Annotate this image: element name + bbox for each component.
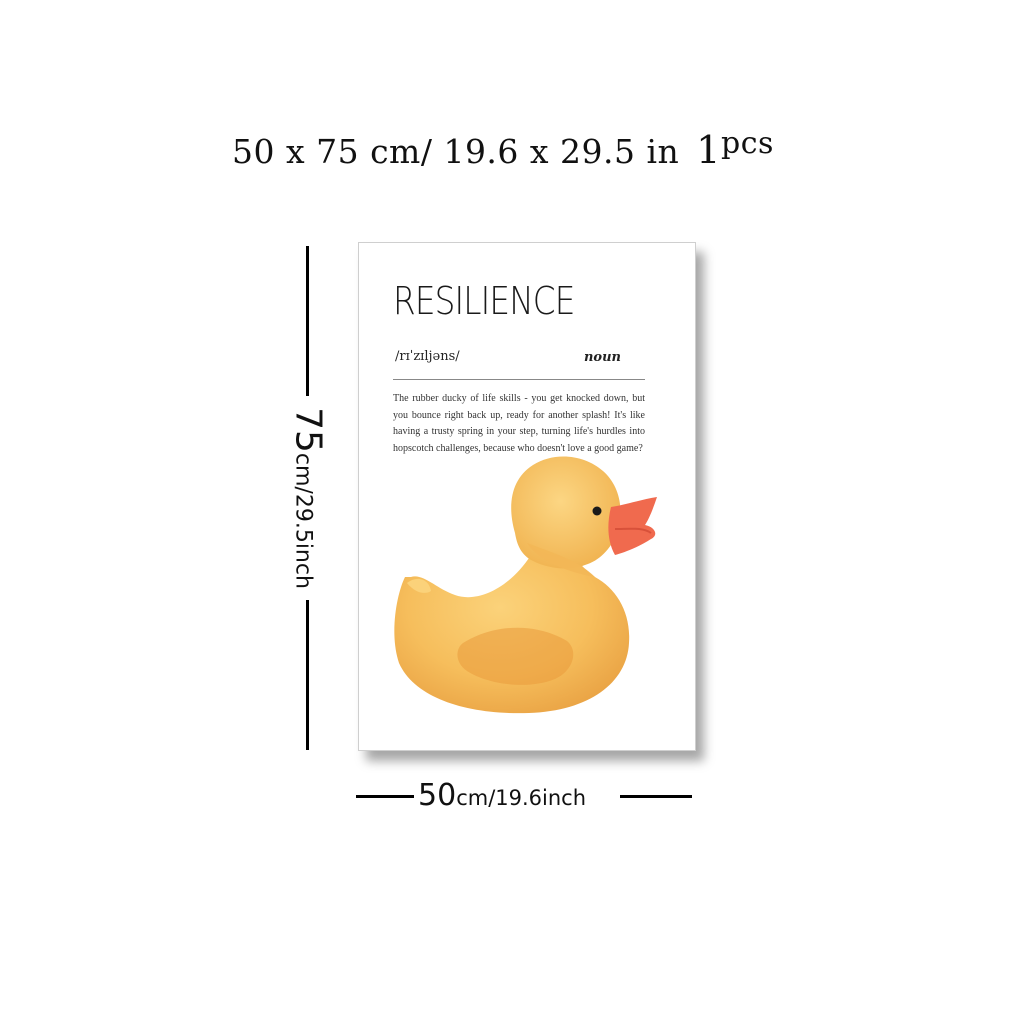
height-unit: cm/29.5inch (290, 452, 316, 589)
width-unit: cm/19.6inch (456, 786, 587, 810)
duck-body (394, 537, 630, 714)
height-dimension-label: 75cm/29.5inch (288, 407, 329, 589)
width-dimension-label: 50cm/19.6inch (418, 778, 586, 813)
height-dimension-line-bottom (306, 600, 309, 750)
quantity-number: 1 (696, 128, 721, 172)
product-size-headline: 50 x 75 cm/ 19.6 x 29.5 in 1pcs (232, 126, 774, 172)
duck-eye (592, 506, 602, 516)
rubber-duck-illustration (394, 456, 657, 714)
poster-print: RESILIENCE /rɪˈzɪljəns/ noun The rubber … (358, 242, 696, 751)
duck-head (511, 456, 621, 569)
height-value: 75 (287, 407, 329, 453)
size-text: 50 x 75 cm/ 19.6 x 29.5 in (232, 132, 680, 171)
height-dimension-line-top (306, 246, 309, 396)
width-value: 50 (418, 778, 457, 813)
quantity-unit: pcs (720, 126, 774, 161)
width-dimension-line-right (620, 795, 692, 798)
width-dimension-line-left (356, 795, 414, 798)
